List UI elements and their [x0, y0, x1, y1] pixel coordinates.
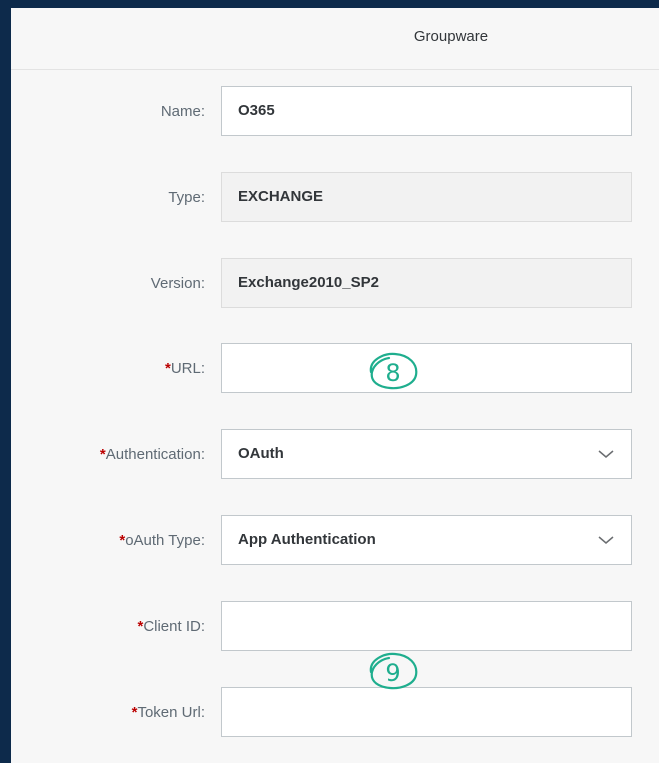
page-title: Groupware	[413, 28, 489, 45]
token-url-row: *Token Url:	[11, 687, 659, 739]
version-row: Version: Exchange2010_SP2	[11, 258, 659, 310]
callout-9-icon: 9	[369, 652, 418, 690]
type-row: Type: EXCHANGE	[11, 172, 659, 224]
url-row: *URL:	[11, 343, 659, 395]
name-value: O365	[238, 102, 275, 119]
type-label: Type:	[168, 189, 205, 206]
authentication-row: *Authentication: OAuth	[11, 429, 659, 481]
groupware-panel: Groupware Name: O365 Type: EXCHANGE Vers…	[11, 8, 659, 763]
callout-8-label: 8	[385, 359, 400, 387]
name-label: Name:	[160, 103, 205, 120]
version-field: Exchange2010_SP2	[221, 258, 632, 308]
oauth-type-value: App Authentication	[238, 531, 376, 548]
url-input[interactable]	[221, 343, 632, 393]
oauth-type-row: *oAuth Type: App Authentication	[11, 515, 659, 567]
authentication-select[interactable]: OAuth	[221, 429, 632, 479]
authentication-label: *Authentication:	[99, 446, 205, 463]
chevron-down-icon[interactable]	[597, 533, 615, 547]
client-id-input[interactable]	[221, 601, 632, 651]
authentication-value: OAuth	[238, 445, 284, 462]
type-value: EXCHANGE	[238, 188, 324, 205]
callout-8-icon: 8	[369, 352, 418, 390]
oauth-type-select[interactable]: App Authentication	[221, 515, 632, 565]
token-url-input[interactable]	[221, 687, 632, 737]
panel-header: Groupware	[11, 8, 659, 70]
name-row: Name: O365	[11, 86, 659, 138]
token-url-label: *Token Url:	[131, 704, 205, 721]
callout-9-label: 9	[385, 659, 400, 687]
version-value: Exchange2010_SP2	[238, 274, 379, 291]
chevron-down-icon[interactable]	[597, 447, 615, 461]
type-field: EXCHANGE	[221, 172, 632, 222]
client-id-row: *Client ID:	[11, 601, 659, 653]
version-label: Version:	[150, 275, 205, 292]
url-label: *URL:	[164, 360, 205, 377]
name-input[interactable]: O365	[221, 86, 632, 136]
oauth-type-label: *oAuth Type:	[119, 532, 205, 549]
client-id-label: *Client ID:	[137, 618, 205, 635]
